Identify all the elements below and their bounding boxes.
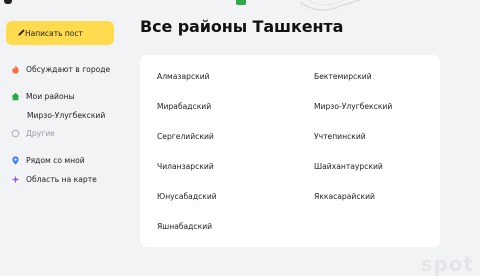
top-tag-decoration xyxy=(236,0,246,5)
map-star-icon xyxy=(11,175,20,184)
sidebar-item-label: Рядом со мной xyxy=(26,156,85,165)
plus-circle-icon xyxy=(11,129,20,138)
sidebar-item-city-discussions[interactable]: Обсуждают в городе xyxy=(11,65,110,74)
district-link[interactable]: Яккасарайский xyxy=(314,192,375,201)
write-post-button[interactable]: Написать пост xyxy=(6,21,114,45)
districts-card: Алмазарский Мирабадский Сергелийский Чил… xyxy=(140,55,440,247)
district-link[interactable]: Мирзо-Улугбекский xyxy=(314,102,392,111)
sidebar-item-my-districts[interactable]: Мои районы xyxy=(11,92,75,101)
district-link[interactable]: Шайхантаурский xyxy=(314,162,383,171)
watermark: spot xyxy=(420,252,474,276)
page-title: Все районы Ташкента xyxy=(140,17,344,36)
sidebar-item-nearby[interactable]: Рядом со мной xyxy=(11,156,85,165)
sidebar-item-mirzo-ulugbek[interactable]: Мирзо-Улугбекский xyxy=(27,111,105,120)
home-icon xyxy=(11,92,20,101)
sidebar-item-label: Другие xyxy=(26,129,55,138)
district-link[interactable]: Учтепинский xyxy=(314,132,366,141)
district-link[interactable]: Мирабадский xyxy=(157,102,211,111)
location-pin-icon xyxy=(12,156,19,165)
district-link[interactable]: Бектемирский xyxy=(314,72,372,81)
district-link[interactable]: Яшнабадский xyxy=(157,222,212,231)
sidebar-item-region-map[interactable]: Область на карте xyxy=(11,175,97,184)
header-illustration xyxy=(300,0,360,11)
sidebar-item-label: Обсуждают в городе xyxy=(26,65,111,74)
district-link[interactable]: Чиланзарский xyxy=(157,162,214,171)
sidebar-item-label: Мирзо-Улугбекский xyxy=(27,111,106,120)
sidebar-item-label: Область на карте xyxy=(26,175,97,184)
sidebar-item-label: Мои районы xyxy=(26,92,75,101)
district-link[interactable]: Юнусабадский xyxy=(157,192,217,201)
write-post-label: Написать пост xyxy=(25,28,83,38)
district-link[interactable]: Сергелийский xyxy=(157,132,214,141)
district-link[interactable]: Алмазарский xyxy=(157,72,210,81)
sidebar-item-others[interactable]: Другие xyxy=(11,129,55,138)
sidebar: Написать пост Обсуждают в городе Мои рай… xyxy=(0,0,128,270)
pencil-icon xyxy=(18,29,25,36)
fire-icon xyxy=(12,65,19,74)
